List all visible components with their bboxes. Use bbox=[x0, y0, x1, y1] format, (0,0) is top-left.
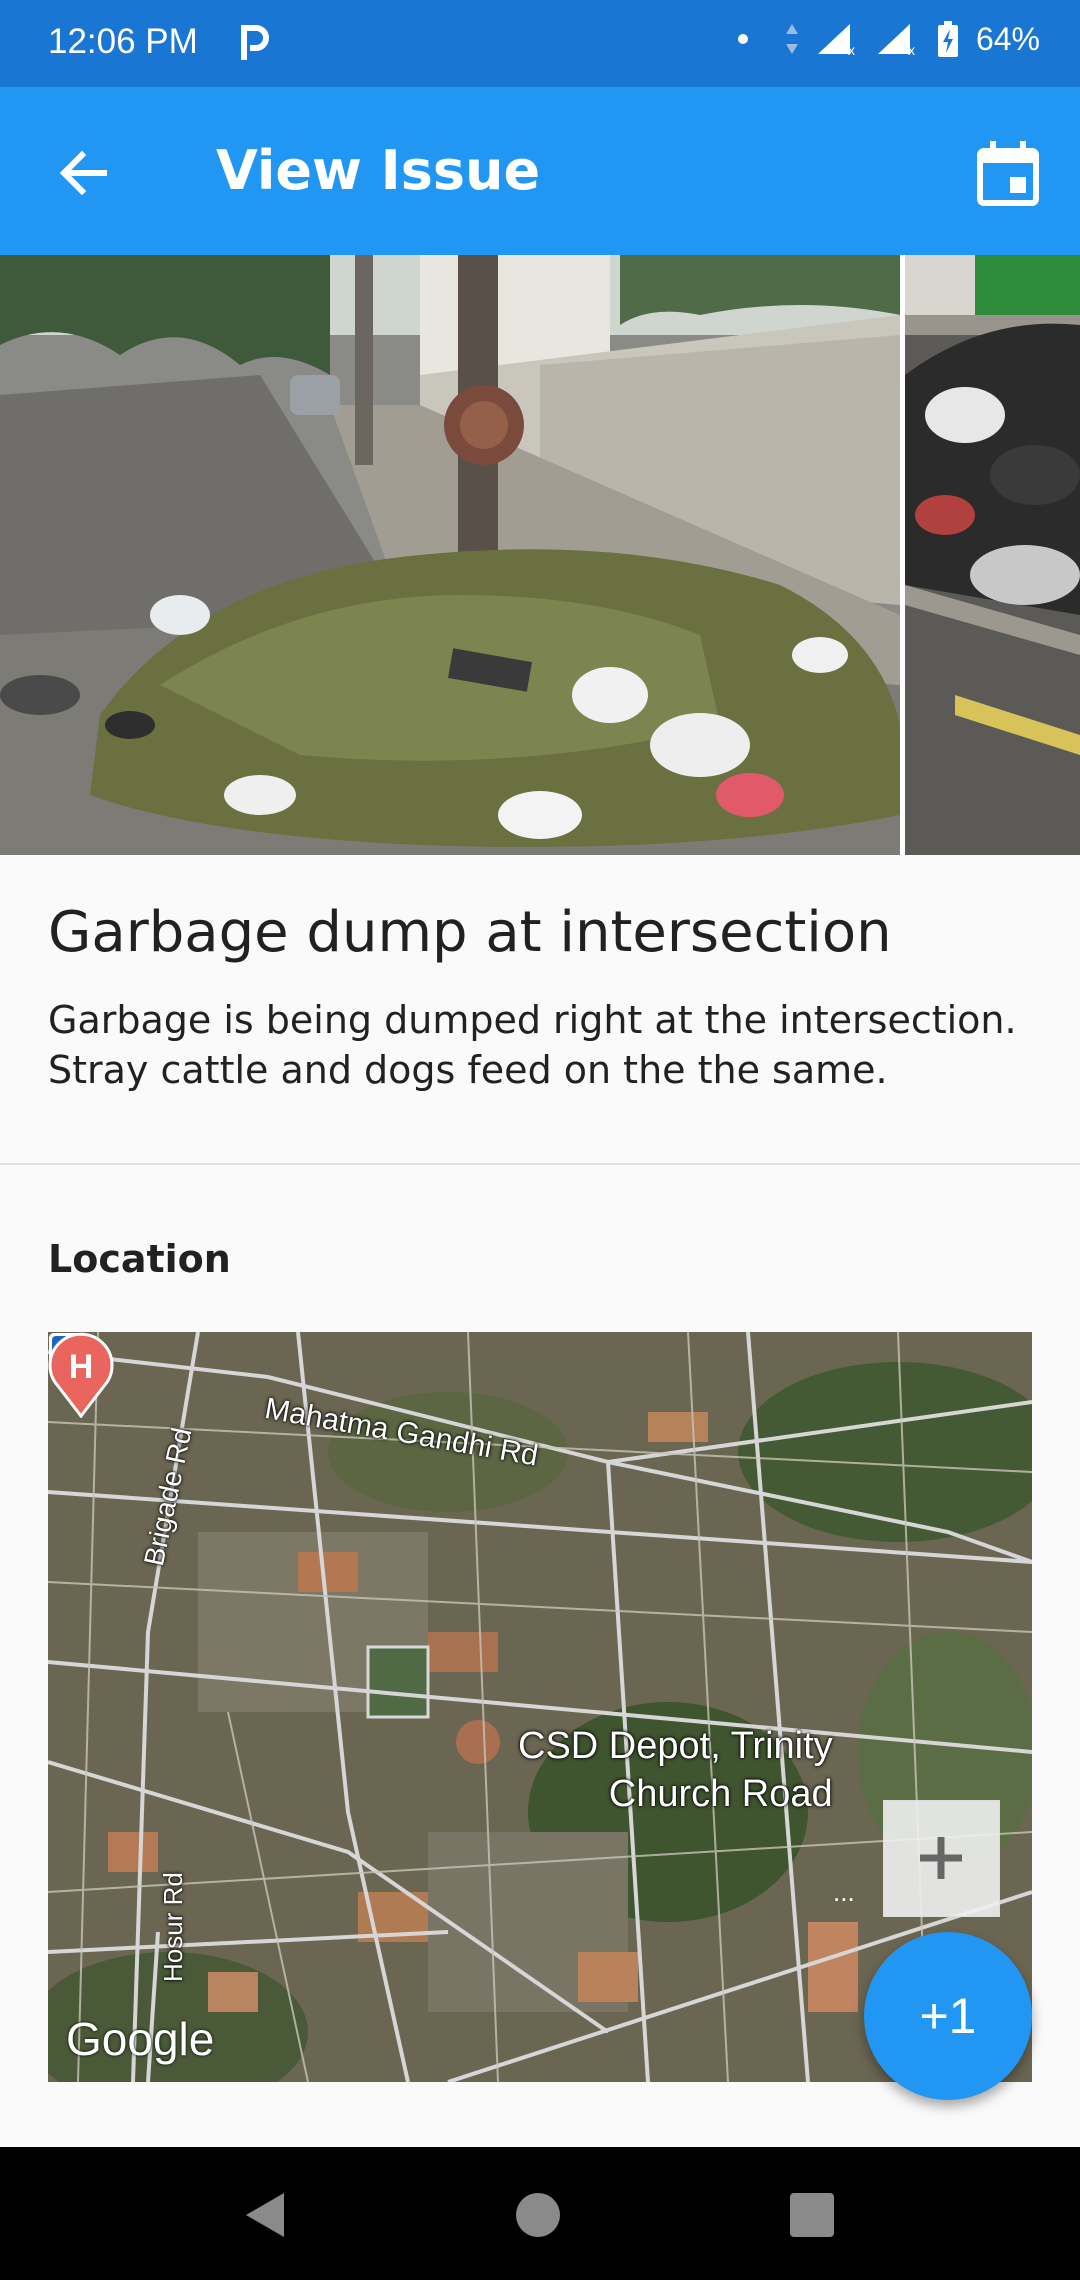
signal-icon: x bbox=[877, 24, 915, 56]
nav-home-icon[interactable] bbox=[510, 2187, 566, 2243]
svg-text:H: H bbox=[69, 1348, 94, 1386]
battery-charging-icon bbox=[937, 21, 958, 57]
road-label-hosur: Hosur Rd bbox=[158, 1872, 188, 1982]
status-icons: x x 64% bbox=[737, 20, 1040, 58]
svg-text:x: x bbox=[908, 42, 915, 56]
issue-photo[interactable] bbox=[0, 255, 900, 855]
place-label-csd-depot: CSD Depot, Trinity Church Road bbox=[518, 1725, 833, 1815]
parking-app-icon bbox=[241, 25, 269, 60]
calendar-icon[interactable] bbox=[972, 137, 1044, 209]
map-more-dots: ... bbox=[833, 1877, 855, 1907]
divider bbox=[0, 1163, 1080, 1165]
nav-recents-icon[interactable] bbox=[784, 2187, 840, 2243]
issue-photo-next[interactable] bbox=[905, 255, 1080, 855]
app-bar: View Issue bbox=[0, 87, 1080, 255]
system-nav-bar bbox=[0, 2147, 1080, 2280]
issue-description: Garbage is being dumped right at the int… bbox=[48, 998, 1017, 1092]
svg-text:x: x bbox=[848, 42, 855, 56]
status-time: 12:06 PM bbox=[48, 22, 198, 61]
map-zoom-in-button[interactable] bbox=[883, 1800, 1000, 1917]
data-arrows-icon bbox=[785, 24, 798, 54]
nav-back-icon[interactable] bbox=[240, 2187, 296, 2243]
arrow-back-icon[interactable] bbox=[48, 137, 120, 209]
issue-photo-gallery[interactable] bbox=[0, 255, 1080, 855]
status-bar: 12:06 PM x x 64% bbox=[0, 0, 1080, 87]
hospital-pin-icon[interactable]: H bbox=[48, 1332, 114, 1418]
google-attribution-logo: Google bbox=[66, 2013, 215, 2065]
signal-icon: x bbox=[817, 24, 855, 56]
upvote-fab-button[interactable]: +1 bbox=[864, 1932, 1032, 2100]
location-heading: Location bbox=[48, 1237, 231, 1281]
page-title: View Issue bbox=[216, 139, 541, 202]
dot-icon bbox=[737, 34, 748, 44]
plus-icon bbox=[920, 1837, 962, 1879]
battery-percent: 64% bbox=[975, 20, 1040, 57]
issue-title: Garbage dump at intersection bbox=[48, 900, 892, 965]
